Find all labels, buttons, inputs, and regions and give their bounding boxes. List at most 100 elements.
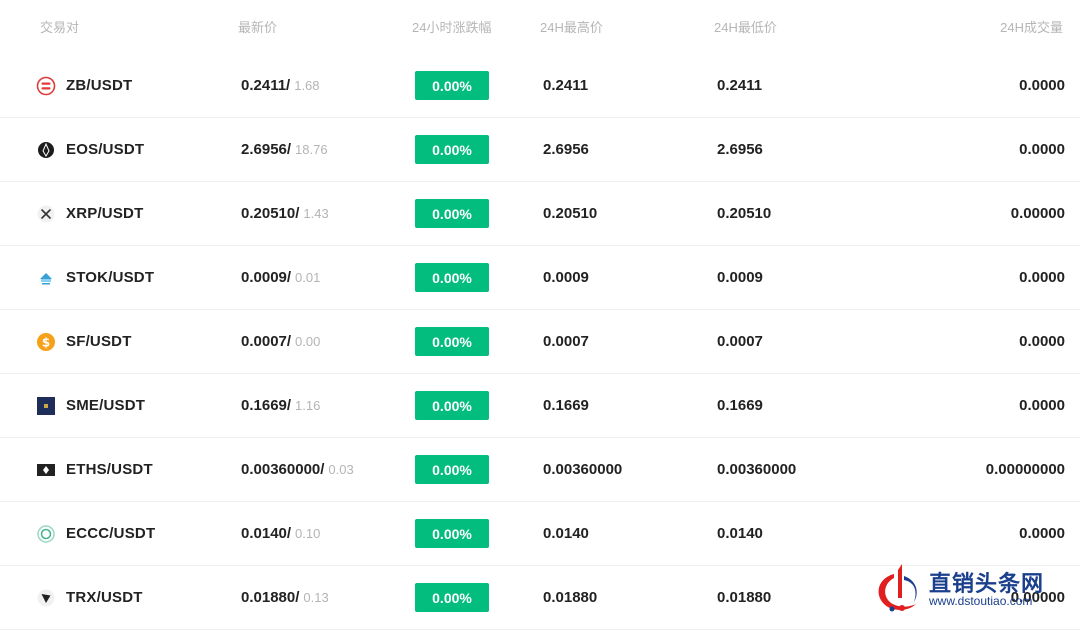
volume: 0.0000 [1019, 77, 1065, 94]
table-row[interactable]: ETHS/USDT 0.00360000/0.03 0.00% 0.00360000 0… [0, 438, 1080, 502]
pair-name: TRX/USDT [66, 589, 143, 606]
sme-coin-icon [36, 396, 56, 416]
pair-name: EOS/USDT [66, 141, 145, 158]
change-cell: 0.00% [415, 182, 489, 245]
change-badge: 0.00% [415, 199, 489, 228]
last-price: 0.01880/ [241, 589, 300, 606]
pair-cell[interactable]: $ SF/USDT [36, 310, 132, 373]
low-price: 0.0009 [717, 269, 763, 286]
market-table: 交易对 最新价 24小时涨跌幅 24H最高价 24H最低价 24H成交量 ZB/… [0, 0, 1080, 635]
pair-cell[interactable]: TRX/USDT [36, 566, 143, 629]
change-badge: 0.00% [415, 455, 489, 484]
low-price: 0.0007 [717, 333, 763, 350]
low-price: 0.00360000 [717, 461, 797, 478]
pair-cell[interactable]: ETHS/USDT [36, 438, 153, 501]
last-price-cell: 0.0007/0.00 [241, 310, 320, 373]
last-price-cny: 1.68 [294, 78, 320, 93]
high-price: 0.01880 [543, 589, 598, 606]
change-badge: 0.00% [415, 391, 489, 420]
pair-cell[interactable]: SME/USDT [36, 374, 145, 437]
table-row[interactable]: $ SF/USDT 0.0007/0.00 0.00% 0.0007 0.0007 0.00… [0, 310, 1080, 374]
last-price: 0.0007/ [241, 333, 292, 350]
last-price-cell: 0.0140/0.10 [241, 502, 320, 565]
svg-text:$: $ [42, 335, 50, 349]
last-price: 2.6956/ [241, 141, 292, 158]
change-cell: 0.00% [415, 438, 489, 501]
pair-name: ETHS/USDT [66, 461, 153, 478]
last-price-cell: 2.6956/18.76 [241, 118, 328, 181]
volume: 0.00000000 [985, 461, 1065, 478]
table-row[interactable]: EOS/USDT 2.6956/18.76 0.00% 2.6956 2.6956 0.0… [0, 118, 1080, 182]
change-badge: 0.00% [415, 519, 489, 548]
change-cell: 0.00% [415, 246, 489, 309]
header-24h-high[interactable]: 24H最高价 [540, 17, 603, 36]
last-price: 0.00360000/ [241, 461, 325, 478]
change-badge: 0.00% [415, 327, 489, 356]
table-row[interactable]: ZB/USDT 0.2411/1.68 0.00% 0.2411 0.2411 0.000… [0, 54, 1080, 118]
pair-name: SF/USDT [66, 333, 132, 350]
zb-coin-icon [36, 76, 56, 96]
header-24h-low[interactable]: 24H最低价 [714, 17, 777, 36]
high-price: 0.2411 [543, 77, 589, 94]
high-price: 0.0007 [543, 333, 589, 350]
last-price-cny: 0.03 [328, 462, 354, 477]
last-price-cny: 1.16 [295, 398, 321, 413]
pair-cell[interactable]: XRP/USDT [36, 182, 143, 245]
last-price-cny: 0.10 [295, 526, 321, 541]
eccc-coin-icon [36, 524, 56, 544]
change-badge: 0.00% [415, 71, 489, 100]
eos-coin-icon [36, 140, 56, 160]
volume: 0.00000 [1010, 205, 1065, 222]
low-price: 0.2411 [717, 77, 763, 94]
last-price-cny: 0.01 [295, 270, 321, 285]
trx-coin-icon [36, 588, 56, 608]
change-badge: 0.00% [415, 135, 489, 164]
high-price: 0.0140 [543, 525, 589, 542]
watermark-logo-icon [878, 564, 917, 612]
low-price: 2.6956 [717, 141, 763, 158]
last-price: 0.0009/ [241, 269, 292, 286]
high-price: 2.6956 [543, 141, 589, 158]
pair-name: ZB/USDT [66, 77, 133, 94]
change-badge: 0.00% [415, 263, 489, 292]
last-price-cny: 0.13 [303, 590, 329, 605]
volume: 0.0000 [1019, 269, 1065, 286]
pair-cell[interactable]: ECCC/USDT [36, 502, 155, 565]
header-last-price[interactable]: 最新价 [238, 17, 277, 36]
low-price: 0.0140 [717, 525, 763, 542]
last-price-cny: 1.43 [303, 206, 329, 221]
pair-cell[interactable]: STOK/USDT [36, 246, 154, 309]
last-price: 0.1669/ [241, 397, 292, 414]
change-cell: 0.00% [415, 502, 489, 565]
table-row[interactable]: SME/USDT 0.1669/1.16 0.00% 0.1669 0.1669 0.00… [0, 374, 1080, 438]
watermark: 直销头条网 www.dstoutiao.com [872, 556, 1072, 626]
pair-name: XRP/USDT [66, 205, 144, 222]
high-price: 0.0009 [543, 269, 589, 286]
last-price-cell: 0.00360000/0.03 [241, 438, 354, 501]
header-24h-volume[interactable]: 24H成交量 [1000, 17, 1063, 36]
table-header: 交易对 最新价 24小时涨跌幅 24H最高价 24H最低价 24H成交量 [0, 0, 1080, 52]
pair-cell[interactable]: ZB/USDT [36, 54, 132, 117]
change-badge: 0.00% [415, 583, 489, 612]
header-pair[interactable]: 交易对 [40, 17, 79, 36]
change-cell: 0.00% [415, 310, 489, 373]
last-price-cny: 0.00 [295, 334, 321, 349]
pair-name: ECCC/USDT [66, 525, 156, 542]
table-row[interactable]: STOK/USDT 0.0009/0.01 0.00% 0.0009 0.0009 0.0… [0, 246, 1080, 310]
last-price-cell: 0.01880/0.13 [241, 566, 329, 629]
change-cell: 0.00% [415, 374, 489, 437]
volume: 0.0000 [1019, 141, 1065, 158]
high-price: 0.00360000 [543, 461, 623, 478]
header-24h-change[interactable]: 24小时涨跌幅 [412, 17, 491, 36]
last-price-cell: 0.1669/1.16 [241, 374, 320, 437]
change-cell: 0.00% [415, 566, 489, 629]
low-price: 0.01880 [717, 589, 772, 606]
volume: 0.0000 [1019, 397, 1065, 414]
table-row[interactable]: XRP/USDT 0.20510/1.43 0.00% 0.20510 0.20510 0… [0, 182, 1080, 246]
stok-coin-icon [36, 268, 56, 288]
pair-cell[interactable]: EOS/USDT [36, 118, 144, 181]
low-price: 0.1669 [717, 397, 763, 414]
sf-coin-icon: $ [36, 332, 56, 352]
volume: 0.0000 [1019, 333, 1065, 350]
last-price-cell: 0.20510/1.43 [241, 182, 329, 245]
